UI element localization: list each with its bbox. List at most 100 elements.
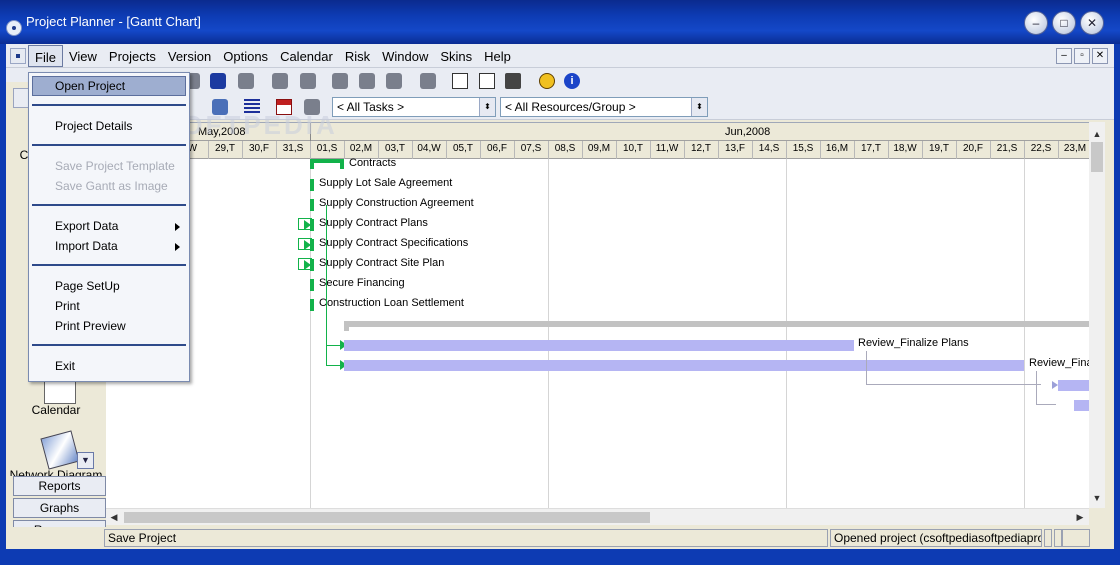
- gantt-chart[interactable]: May,2008 Jun,2008 ,W 29,T 30,F 31,S 01,S 02,M…: [106, 122, 1089, 508]
- lock-icon[interactable]: [238, 73, 254, 89]
- sheet-icon[interactable]: [420, 73, 436, 89]
- status-indicator: [1054, 529, 1062, 547]
- paste-icon[interactable]: [386, 73, 402, 89]
- tasks-filter-select[interactable]: < All Tasks > ⬍: [332, 97, 496, 117]
- help-icon[interactable]: [539, 73, 555, 89]
- document-icon[interactable]: [452, 73, 468, 89]
- scroll-left-icon[interactable]: ◀: [106, 509, 122, 526]
- summary-bar[interactable]: [344, 321, 1089, 327]
- document-system-icon[interactable]: [10, 48, 26, 64]
- horizontal-scrollbar[interactable]: ◀ ▶: [106, 508, 1089, 525]
- resources-filter-select[interactable]: < All Resources/Group > ⬍: [500, 97, 708, 117]
- mdi-close-button[interactable]: ✕: [1092, 48, 1108, 64]
- menu-separator: [32, 344, 186, 346]
- open-project-item[interactable]: Open Project: [55, 79, 125, 93]
- info-icon[interactable]: i: [564, 73, 580, 89]
- copy-icon[interactable]: [359, 73, 375, 89]
- close-button[interactable]: ✕: [1080, 11, 1104, 35]
- print-preview-icon[interactable]: [479, 73, 495, 89]
- group-icon[interactable]: [300, 73, 316, 89]
- menu-version[interactable]: Version: [162, 45, 217, 67]
- app-icon[interactable]: [6, 20, 22, 36]
- grid-line: [786, 159, 787, 508]
- minimize-button[interactable]: –: [1024, 11, 1048, 35]
- task-bar-review-finalize-plans[interactable]: [344, 340, 854, 351]
- exit-item[interactable]: Exit: [55, 359, 75, 373]
- print-preview-item[interactable]: Print Preview: [55, 319, 126, 333]
- resources-filter-arrow-icon[interactable]: ⬍: [691, 98, 707, 116]
- resource-icon[interactable]: [272, 73, 288, 89]
- timeline-day-label: 23,M: [1063, 143, 1087, 154]
- scroll-right-icon[interactable]: ▶: [1072, 509, 1088, 526]
- menu-file[interactable]: File: [28, 45, 63, 67]
- nav-pane-tab[interactable]: [13, 88, 29, 108]
- timeline-day-label: 22,S: [1030, 143, 1052, 154]
- timeline-day-label: 03,T: [384, 143, 405, 154]
- timeline-day-label: 21,S: [996, 143, 1018, 154]
- title-bar: Project Planner - [Gantt Chart] – □ ✕: [0, 0, 1120, 44]
- timeline-day-label: 15,S: [792, 143, 814, 154]
- menu-risk[interactable]: Risk: [339, 45, 376, 67]
- menu-skins[interactable]: Skins: [434, 45, 478, 67]
- milestone-bar[interactable]: [310, 219, 314, 231]
- timeline-day-separator: [480, 141, 481, 159]
- milestone-bar[interactable]: [310, 299, 314, 311]
- refresh-icon[interactable]: [210, 73, 226, 89]
- dependency-line: [326, 205, 327, 365]
- horizontal-scroll-thumb[interactable]: [124, 512, 650, 523]
- print-icon[interactable]: [505, 73, 521, 89]
- timeline-day-separator: [446, 141, 447, 159]
- page-setup-item[interactable]: Page SetUp: [55, 279, 120, 293]
- expand-nav-icon[interactable]: ▼: [77, 452, 94, 469]
- vertical-scroll-thumb[interactable]: [1091, 142, 1103, 172]
- menu-view[interactable]: View: [63, 45, 103, 67]
- timeline-day-label: 05,T: [452, 143, 473, 154]
- milestone-bar[interactable]: [310, 259, 314, 271]
- mdi-restore-button[interactable]: ▫: [1074, 48, 1090, 64]
- export-data-item[interactable]: Export Data: [55, 219, 118, 233]
- timeline-day-label: 10,T: [622, 143, 643, 154]
- timeline-day-separator: [582, 141, 583, 159]
- graphs-button[interactable]: Graphs: [13, 498, 106, 518]
- contracts-summary-bar[interactable]: [310, 159, 344, 169]
- maximize-button[interactable]: □: [1052, 11, 1076, 35]
- timeline-day-separator: [786, 141, 787, 159]
- timeline-day-separator: [718, 141, 719, 159]
- tasks-filter-arrow-icon[interactable]: ⬍: [479, 98, 495, 116]
- task-label-contracts: Contracts: [349, 157, 397, 169]
- reports-button[interactable]: Reports: [13, 476, 106, 496]
- timeline-day-label: 12,T: [690, 143, 711, 154]
- mdi-minimize-button[interactable]: –: [1056, 48, 1072, 64]
- menu-projects[interactable]: Projects: [103, 45, 162, 67]
- menu-calendar[interactable]: Calendar: [274, 45, 339, 67]
- menu-help[interactable]: Help: [478, 45, 517, 67]
- timeline-day-separator: [888, 141, 889, 159]
- project-details-item[interactable]: Project Details: [55, 119, 132, 133]
- status-project: Opened project (csoftpediasoftpediaproje…: [830, 529, 1042, 547]
- timeline-day-separator: [684, 141, 685, 159]
- milestone-bar[interactable]: [310, 279, 314, 291]
- dependency-line: [866, 351, 867, 385]
- import-data-item[interactable]: Import Data: [55, 239, 118, 253]
- network-diagram-icon[interactable]: [40, 430, 80, 470]
- timeline-day-separator: [514, 141, 515, 159]
- task-bar-review-final[interactable]: [344, 360, 1024, 371]
- menu-window[interactable]: Window: [376, 45, 434, 67]
- print-item[interactable]: Print: [55, 299, 80, 313]
- timeline-day-label: 16,M: [825, 143, 849, 154]
- task-bar[interactable]: [1074, 400, 1089, 411]
- menu-options[interactable]: Options: [217, 45, 274, 67]
- milestone-bar[interactable]: [310, 179, 314, 191]
- milestone-bar[interactable]: [310, 199, 314, 211]
- timeline-day-label: 31,S: [282, 143, 304, 154]
- calendar-nav-label[interactable]: Calendar: [6, 403, 106, 417]
- dependency-line: [1036, 404, 1056, 405]
- cut-icon[interactable]: [332, 73, 348, 89]
- scroll-up-icon[interactable]: ▲: [1089, 126, 1105, 142]
- scroll-down-icon[interactable]: ▼: [1089, 490, 1105, 506]
- vertical-scrollbar[interactable]: ▲ ▼: [1089, 122, 1105, 508]
- milestone-bar[interactable]: [310, 239, 314, 251]
- network-diagram-label[interactable]: Network Diagram: [6, 468, 106, 476]
- task-bar[interactable]: [1058, 380, 1089, 391]
- status-message: Save Project: [104, 529, 828, 547]
